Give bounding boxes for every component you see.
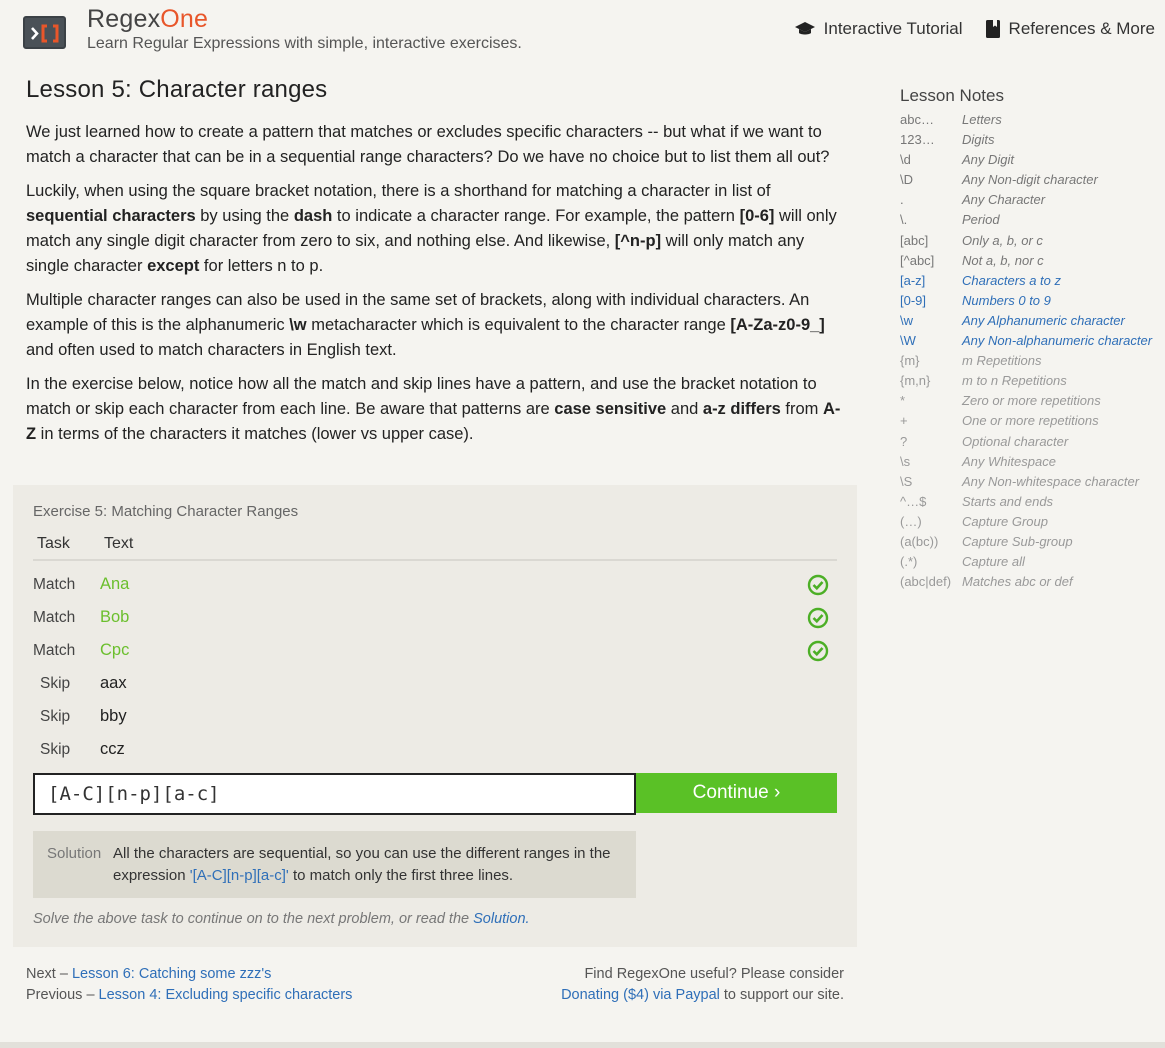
test-string: Cpc	[100, 641, 130, 659]
donation-note: Find RegexOne useful? Please consider Do…	[561, 966, 844, 1003]
note-item: {m} m Repetitions	[900, 353, 1042, 369]
test-string: bby	[100, 707, 127, 725]
table-row: Skip ccz	[33, 733, 837, 766]
note-item: . Any Character	[900, 192, 1046, 208]
nav-references[interactable]: References & More	[985, 19, 1155, 39]
header: RegexOne Learn Regular Expressions with …	[0, 0, 1165, 66]
note-item: [abc] Only a, b, or c	[900, 232, 1043, 248]
note-item: + One or more repetitions	[900, 413, 1099, 429]
note-item: {m,n} m to n Repetitions	[900, 373, 1067, 389]
tagline: Learn Regular Expressions with simple, i…	[87, 35, 522, 52]
lesson-notes-sidebar: Lesson Notes abc… Letters 123… Digits \d An…	[900, 86, 1165, 594]
table-row: Skip bby	[33, 700, 837, 733]
solution-expression: '[A-C][n-p][a-c]'	[189, 867, 289, 884]
exercise-title: Exercise 5: Matching Character Ranges	[33, 503, 299, 520]
check-circle-icon	[807, 640, 829, 662]
next-lesson-link[interactable]: Lesson 6: Catching some zzz's	[72, 966, 271, 982]
lesson-content: Lesson 5: Character ranges We just learn…	[26, 76, 846, 456]
check-circle-icon	[807, 574, 829, 596]
answer-row: Continue ›	[33, 773, 837, 815]
table-row: Match Cpc	[33, 634, 837, 667]
test-string: Ana	[100, 575, 130, 593]
regex-input[interactable]	[33, 773, 636, 815]
exercise-footer: Solve the above task to continue on to t…	[33, 911, 530, 927]
exercise-panel: Exercise 5: Matching Character Ranges Ta…	[13, 485, 857, 947]
note-item-current: [0-9] Numbers 0 to 9	[900, 292, 1051, 308]
note-item: (abc|def) Matches abc or def	[900, 574, 1073, 590]
note-item: ? Optional character	[900, 433, 1069, 449]
continue-button[interactable]: Continue ›	[636, 773, 837, 813]
exercise-table: Task Text Match Ana Match Bob Match Cpc …	[33, 535, 837, 766]
note-item: ^…$ Starts and ends	[900, 493, 1054, 509]
lesson-paragraph-1: We just learned how to create a pattern …	[26, 123, 830, 166]
note-item: \d Any Digit	[900, 152, 1015, 168]
test-string: ccz	[100, 740, 125, 758]
task-label: Skip	[40, 740, 71, 758]
note-item: (.*) Capture all	[900, 554, 1025, 570]
note-item: (a(bc)) Capture Sub-group	[900, 533, 1073, 549]
task-label: Match	[33, 641, 76, 659]
regexone-logo-icon[interactable]	[23, 16, 66, 49]
lesson-title: Lesson 5: Character ranges	[26, 76, 328, 103]
check-circle-icon	[807, 607, 829, 629]
table-row: Match Ana	[33, 568, 837, 601]
lesson-navigation: Next – Lesson 6: Catching some zzz's Pre…	[26, 966, 353, 1003]
graduation-cap-icon	[794, 22, 815, 35]
note-item: \S Any Non-whitespace character	[900, 473, 1140, 489]
exercise-table-header: Task Text	[33, 535, 837, 561]
donate-link[interactable]: Donating ($4) via Paypal	[561, 987, 720, 1003]
solution-box: Solution All the characters are sequenti…	[33, 831, 636, 898]
solution-label: Solution	[47, 845, 102, 862]
page-bottom-bar	[0, 1042, 1165, 1048]
note-item: abc… Letters	[900, 112, 1002, 127]
col-text-header: Text	[104, 535, 134, 552]
note-item: * Zero or more repetitions	[900, 393, 1101, 409]
task-label: Match	[33, 608, 76, 626]
note-item: \D Any Non-digit character	[900, 172, 1098, 188]
task-label: Skip	[40, 707, 71, 725]
note-item: 123… Digits	[900, 132, 995, 148]
note-item: (…) Capture Group	[900, 513, 1048, 529]
test-string: Bob	[100, 608, 130, 626]
solution-link[interactable]: Solution.	[473, 911, 529, 927]
note-item: \. Period	[900, 212, 1000, 228]
note-item-current: \w Any Alphanumeric character	[900, 312, 1125, 328]
lesson-paragraph-2: Luckily, when using the square bracket n…	[26, 182, 837, 275]
lesson-paragraph-4: In the exercise below, notice how all th…	[26, 375, 841, 443]
table-row: Skip aax	[33, 667, 837, 700]
test-string: aax	[100, 674, 127, 692]
note-item: [^abc] Not a, b, nor c	[900, 252, 1044, 268]
note-item: \s Any Whitespace	[900, 453, 1056, 469]
task-label: Match	[33, 575, 76, 593]
col-task-header: Task	[37, 535, 70, 552]
solution-text: All the characters are sequential, so yo…	[113, 845, 611, 884]
table-row: Match Bob	[33, 601, 837, 634]
brand-title[interactable]: RegexOne	[87, 5, 208, 34]
lesson-notes-title: Lesson Notes	[900, 86, 1004, 105]
book-icon	[985, 20, 1000, 38]
task-label: Skip	[40, 674, 71, 692]
lesson-paragraph-3: Multiple character ranges can also be us…	[26, 291, 825, 359]
previous-lesson-link[interactable]: Lesson 4: Excluding specific characters	[99, 987, 353, 1003]
top-nav: Interactive Tutorial References & More	[794, 19, 1155, 39]
nav-interactive-tutorial[interactable]: Interactive Tutorial	[794, 19, 963, 39]
note-item-current: \W Any Non-alphanumeric character	[900, 333, 1153, 349]
note-item-current: [a-z] Characters a to z	[900, 272, 1061, 288]
